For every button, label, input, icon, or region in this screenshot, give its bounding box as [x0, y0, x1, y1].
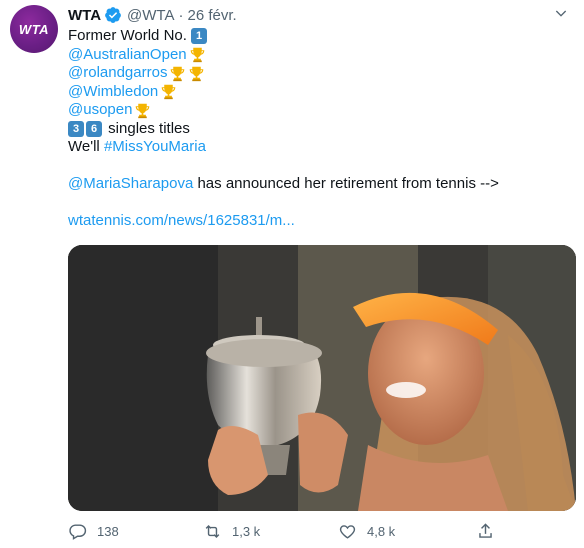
- reply-button[interactable]: 138: [68, 522, 203, 541]
- text-line-former-world-no: Former World No. 1: [68, 27, 568, 46]
- reply-icon: [69, 523, 87, 540]
- trophy-icon: [169, 65, 186, 82]
- avatar-logo-text: WTA: [18, 21, 50, 37]
- closing-text: We'll: [68, 138, 100, 155]
- tweet-text: Former World No. 1 @AustralianOpen @rola…: [68, 27, 568, 231]
- tweet-actions: 138 1,3 k 4,8 k: [68, 518, 568, 544]
- keycap-6-emoji: 6: [86, 120, 102, 137]
- share-button[interactable]: [476, 522, 495, 541]
- announcement-text: has announced her retirement from tennis…: [193, 175, 499, 192]
- text-line-usopen: @usopen: [68, 101, 568, 120]
- photo-illustration: [68, 245, 576, 511]
- like-count: 4,8 k: [367, 523, 396, 539]
- trophy-icon: [160, 83, 177, 100]
- retweet-button[interactable]: 1,3 k: [203, 522, 338, 541]
- author-handle[interactable]: @WTA: [127, 7, 174, 24]
- singles-titles-text: singles titles: [108, 119, 190, 137]
- text-line-wimbledon: @Wimbledon: [68, 83, 568, 102]
- tweet-photo[interactable]: [68, 245, 576, 511]
- tweet-header: WTA @WTA · 26 févr.: [68, 5, 237, 25]
- text-line-closing: We'll #MissYouMaria: [68, 138, 568, 157]
- keycap-3-emoji: 3: [68, 120, 84, 137]
- trophy-icon: [189, 46, 206, 63]
- mention-australianopen[interactable]: @AustralianOpen: [68, 46, 187, 65]
- text-line-link: wtatennis.com/news/1625831/m...: [68, 212, 568, 231]
- share-icon: [479, 522, 492, 538]
- trophy-icon: [188, 65, 205, 82]
- tweet-date[interactable]: 26 févr.: [188, 7, 237, 24]
- text-line-ao: @AustralianOpen: [68, 46, 568, 65]
- heart-icon: [339, 524, 356, 539]
- trophy-icon: [134, 102, 151, 119]
- avatar[interactable]: WTA: [10, 5, 58, 53]
- keycap-1-emoji: 1: [191, 28, 208, 45]
- text-line-titles: 36 singles titles: [68, 120, 568, 139]
- retweet-icon: [205, 524, 220, 538]
- article-link[interactable]: wtatennis.com/news/1625831/m...: [68, 212, 295, 231]
- text-line-rg: @rolandgarros: [68, 64, 568, 83]
- mention-rolandgarros[interactable]: @rolandgarros: [68, 64, 167, 83]
- text-line-announcement: @MariaSharapova has announced her retire…: [68, 175, 568, 194]
- mention-usopen[interactable]: @usopen: [68, 101, 132, 120]
- hashtag-missyoumaria[interactable]: #MissYouMaria: [104, 138, 206, 157]
- mention-wimbledon[interactable]: @Wimbledon: [68, 83, 158, 102]
- verified-badge-icon: [104, 6, 122, 24]
- like-button[interactable]: 4,8 k: [338, 522, 476, 541]
- mention-mariasharapova[interactable]: @MariaSharapova: [68, 175, 193, 194]
- former-world-no-text: Former World No.: [68, 27, 187, 44]
- chevron-down-icon[interactable]: [550, 2, 572, 24]
- header-separator: ·: [178, 6, 184, 24]
- retweet-count: 1,3 k: [232, 523, 261, 539]
- author-name[interactable]: WTA: [68, 7, 101, 24]
- tweet: WTA WTA @WTA · 26 févr. Former World No.…: [0, 0, 584, 548]
- reply-count: 138: [97, 523, 119, 539]
